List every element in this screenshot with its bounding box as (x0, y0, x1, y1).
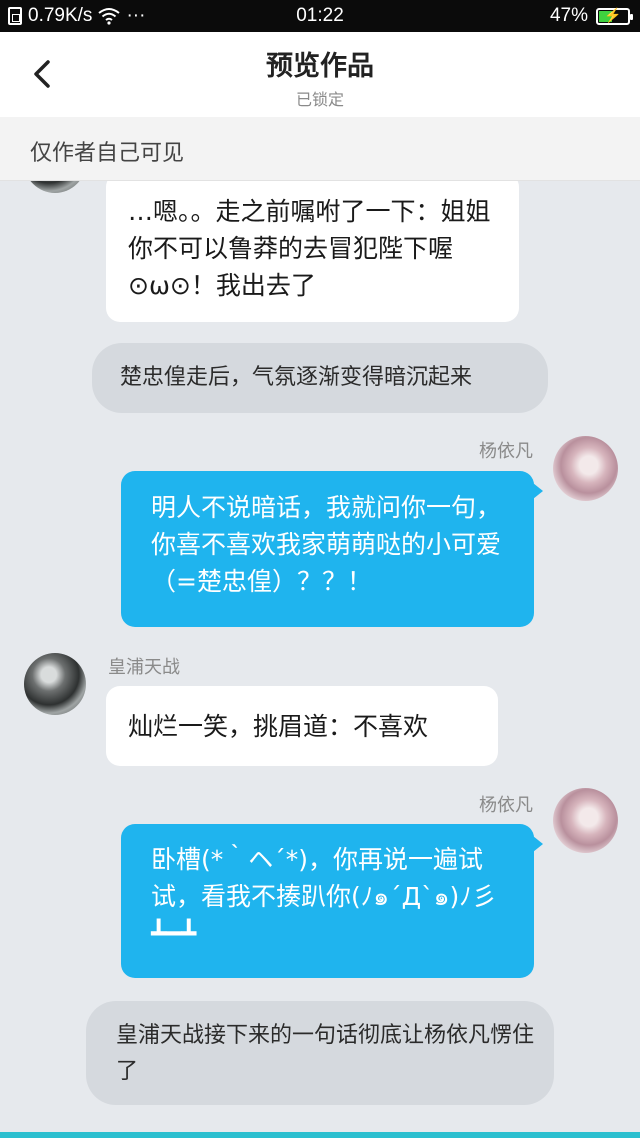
app-header: 预览作品 已锁定 (0, 32, 640, 117)
message-bubble-incoming[interactable]: 灿烂一笑，挑眉道：不喜欢 (106, 686, 498, 766)
visibility-note: 仅作者自己可见 (0, 117, 640, 181)
narration-bubble[interactable]: 楚忠偟走后，气氛逐渐变得暗沉起来 (92, 343, 548, 413)
message-bubble-incoming[interactable]: …嗯。。走之前嘱咐了一下：姐姐你不可以鲁莽的去冒犯陛下喔⊙ω⊙！我出去了 (106, 181, 519, 322)
avatar[interactable] (24, 653, 86, 715)
message-bubble-outgoing[interactable]: 卧槽(*｀ヘ´*)，你再说一遍试试，看我不揍趴你(ﾉ๑´Д`๑)ﾉ彡┻━┻ (121, 824, 534, 978)
message-bubble-outgoing[interactable]: 明人不说暗话，我就问你一句，你喜不喜欢我家萌萌哒的小可爱（=楚忠偟）？？！ (121, 471, 534, 627)
charging-icon: ⚡ (604, 6, 622, 23)
bottom-accent-bar (0, 1132, 640, 1138)
page-title: 预览作品 (266, 51, 374, 82)
clock: 01:22 (296, 5, 344, 26)
sender-name: 杨依凡 (479, 795, 533, 816)
sender-name: 皇浦天战 (108, 657, 180, 678)
avatar[interactable] (24, 181, 86, 193)
lock-status: 已锁定 (295, 90, 344, 109)
sender-name: 杨依凡 (479, 441, 533, 462)
avatar[interactable] (553, 788, 618, 853)
chat-area[interactable]: …嗯。。走之前嘱咐了一下：姐姐你不可以鲁莽的去冒犯陛下喔⊙ω⊙！我出去了 楚忠偟… (0, 181, 640, 1132)
status-bar: 0.79K/s ··· 01:22 47% ⚡ (0, 0, 640, 32)
battery-percent: 47% (549, 5, 588, 26)
avatar[interactable] (553, 436, 618, 501)
narration-bubble[interactable]: 皇浦天战接下来的一句话彻底让杨依凡愣住了 (86, 1001, 554, 1105)
bubble-tail (533, 483, 543, 499)
battery-icon: ⚡ (596, 6, 633, 25)
bubble-tail (533, 836, 543, 852)
